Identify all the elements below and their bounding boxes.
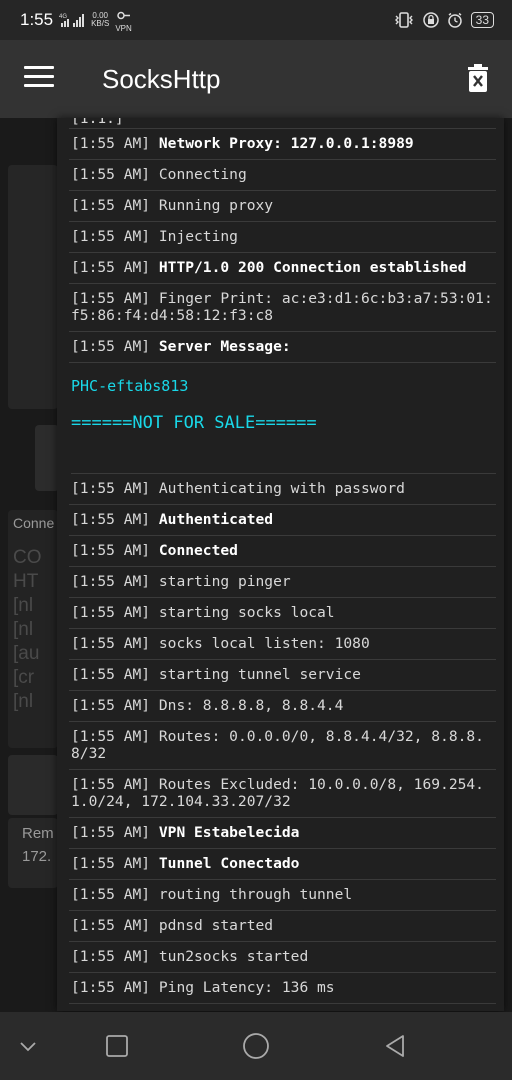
log-entry: [1:55 AM] Connected [69, 536, 496, 567]
log-entry: [1:55 AM] Network Proxy: 127.0.0.1:8989 [69, 129, 496, 160]
data-rate: 0.00 KB/S [91, 11, 110, 28]
log-entry: [1:55 AM] Authenticated [69, 505, 496, 536]
log-entry: [1:55 AM] VPN Estabelecida [69, 818, 496, 849]
lock-icon [422, 12, 439, 28]
log-message: Running proxy [158, 197, 274, 214]
log-timestamp: [1:55 AM] [71, 573, 151, 590]
log-message: socks local listen: 1080 [158, 635, 370, 652]
connection-label: Conne [13, 515, 55, 531]
background-config-text: CO HT [nl [nl [au [cr [nl [13, 547, 42, 712]
log-timestamp: [1:55 AM] [71, 604, 151, 621]
log-entry: [1:55 AM] Connecting [69, 160, 496, 191]
log-timestamp: [1:55 AM] [71, 635, 151, 652]
app-toolbar: SocksHttp [0, 40, 512, 118]
log-timestamp: [1:55 AM] [71, 917, 151, 934]
log-message: Connected [158, 542, 238, 559]
log-message: Authenticated [158, 511, 274, 528]
log-entry: [1:55 AM] starting pinger [69, 567, 496, 598]
server-message-line: ======NOT FOR SALE====== [71, 413, 317, 433]
log-entry: [1:55 AM] Injecting [69, 222, 496, 253]
log-message: Network Proxy: 127.0.0.1:8989 [158, 135, 414, 152]
svg-text:4G: 4G [59, 14, 67, 20]
vpn-indicator: VPN [115, 7, 132, 33]
log-entry: [1:55 AM] Routes: 0.0.0.0/0, 8.8.4.4/32,… [69, 722, 496, 770]
remote-label: Rem [22, 825, 54, 842]
log-timestamp: [1:55 AM] [71, 886, 151, 903]
log-timestamp: [1:55 AM] [71, 542, 151, 559]
app-title: SocksHttp [102, 64, 221, 94]
log-entry: [1:55 AM] Routes Excluded: 10.0.0.0/8, 1… [69, 770, 496, 818]
home-circle-icon[interactable] [242, 1032, 270, 1060]
back-triangle-icon[interactable] [383, 1034, 407, 1058]
log-entry: [1:55 AM] Tunnel Conectado [69, 849, 496, 880]
hamburger-menu-icon[interactable] [24, 66, 54, 88]
log-entry: [1:55 AM] routing through tunnel [69, 880, 496, 911]
log-timestamp: [1:55 AM] [71, 776, 151, 793]
log-message: starting socks local [158, 604, 335, 621]
log-entry: [1:55 AM] Ping Latency: 136 ms [69, 973, 496, 1004]
log-message: HTTP/1.0 200 Connection established [158, 259, 467, 276]
vpn-key-icon [116, 11, 130, 20]
delete-log-icon[interactable] [466, 64, 490, 92]
remote-value: 172. [22, 848, 52, 865]
log-timestamp: [1:55 AM] [71, 197, 151, 214]
log-timestamp: [1:55 AM] [71, 480, 151, 497]
log-message: starting tunnel service [158, 666, 361, 683]
log-row-cut: [1:1:] [69, 118, 496, 129]
log-message: Tunnel Conectado [158, 855, 300, 872]
log-entry: [1:55 AM] tun2socks started [69, 942, 496, 973]
log-entry: [1:55 AM] Running proxy [69, 191, 496, 222]
background-panel [8, 165, 58, 409]
log-entry: [1:55 AM] starting socks local [69, 598, 496, 629]
log-timestamp: [1:55 AM] [71, 338, 151, 355]
log-entry: [1:55 AM] pdnsd started [69, 911, 496, 942]
log-timestamp: [1:55 AM] [71, 166, 151, 183]
log-message: Connecting [158, 166, 247, 183]
battery-indicator: 33 [470, 12, 494, 28]
log-timestamp: [1:55 AM] [71, 824, 151, 841]
log-message: routing through tunnel [158, 886, 353, 903]
signal-icon: 4G [59, 14, 85, 27]
log-message: tun2socks started [158, 948, 309, 965]
log-timestamp: [1:55 AM] [71, 697, 151, 714]
alarm-icon [447, 12, 462, 28]
log-message: Server Message: [158, 338, 291, 355]
log-timestamp: [1:55 AM] [71, 666, 151, 683]
log-message: starting pinger [158, 573, 291, 590]
status-bar: 1:55 4G 0.00 KB/S VPN 33 [0, 0, 512, 40]
server-message-line: PHC-eftabs813 [71, 377, 189, 395]
vibrate-icon [394, 12, 413, 28]
log-entry: [1:55 AM] Finger Print: ac:e3:d1:6c:b3:a… [69, 284, 496, 332]
log-entry: [1:55 AM] starting tunnel service [69, 660, 496, 691]
log-timestamp: [1:55 AM] [71, 855, 151, 872]
recents-square-icon[interactable] [105, 1034, 129, 1058]
log-message: Dns: 8.8.8.8, 8.8.4.4 [158, 697, 344, 714]
log-timestamp: [1:55 AM] [71, 948, 151, 965]
log-timestamp: [1:55 AM] [71, 290, 151, 307]
log-message: VPN Estabelecida [158, 824, 300, 841]
navigation-bar [0, 1012, 512, 1080]
log-entry: [1:55 AM] socks local listen: 1080 [69, 629, 496, 660]
clock: 1:55 [20, 10, 54, 29]
log-entry: [1:55 AM] Authenticating with password [69, 474, 496, 505]
log-timestamp: [1:55 AM] [71, 228, 151, 245]
log-timestamp: [1:55 AM] [71, 511, 151, 528]
log-timestamp: [1:55 AM] [71, 259, 151, 276]
log-list[interactable]: [1:1:] [1:55 AM] Network Proxy: 127.0.0.… [57, 118, 504, 1004]
log-timestamp: [1:55 AM] [71, 979, 151, 996]
chevron-down-icon[interactable] [18, 1040, 38, 1054]
log-panel[interactable]: [1:1:] [1:55 AM] Network Proxy: 127.0.0.… [57, 118, 504, 1011]
background-field [8, 755, 58, 815]
log-entry: [1:55 AM] Dns: 8.8.8.8, 8.8.4.4 [69, 691, 496, 722]
log-message: Authenticating with password [158, 480, 405, 497]
log-message: pdnsd started [158, 917, 274, 934]
log-message: Injecting [158, 228, 238, 245]
log-entry: [1:55 AM] Server Message: [69, 332, 496, 363]
server-message: PHC-eftabs813 ======NOT FOR SALE====== [71, 363, 496, 474]
background-button [35, 425, 59, 491]
log-timestamp: [1:55 AM] [71, 135, 151, 152]
log-message: Ping Latency: 136 ms [158, 979, 335, 996]
log-entry: [1:55 AM] HTTP/1.0 200 Connection establ… [69, 253, 496, 284]
log-timestamp: [1:55 AM] [71, 728, 151, 745]
